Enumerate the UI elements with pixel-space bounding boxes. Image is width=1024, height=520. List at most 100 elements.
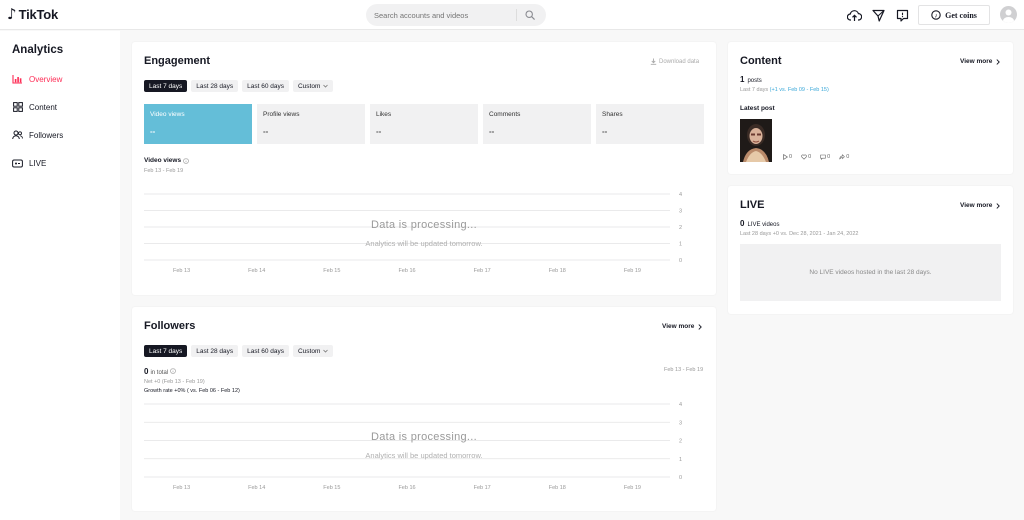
range-custom[interactable]: Custom	[292, 345, 334, 357]
range-last-60-days[interactable]: Last 60 days	[242, 80, 289, 92]
video-views-chart-range: Feb 13 - Feb 19	[144, 168, 184, 174]
range-last-7-days[interactable]: Last 7 days	[144, 345, 188, 357]
info-icon[interactable]	[170, 368, 176, 374]
metric-value: --	[602, 127, 608, 136]
posts-compare-prefix: Last 7 days	[740, 87, 770, 93]
range-last-28-days[interactable]: Last 28 days	[191, 345, 239, 357]
sidebar-title: Analytics	[12, 44, 64, 56]
live-videos-label: LIVE videos	[747, 222, 780, 228]
chart-icon	[12, 74, 23, 85]
metric-shares[interactable]: Shares --	[596, 104, 704, 144]
tiktok-logo-text: TikTok	[18, 6, 59, 22]
upload-button[interactable]	[846, 7, 862, 23]
engagement-range-tabs: Last 7 days Last 28 days Last 60 days Cu…	[144, 80, 334, 92]
svg-text:♪: ♪	[934, 12, 937, 19]
download-data-button[interactable]: Download data	[650, 58, 699, 65]
processing-title: Data is processing...	[371, 219, 477, 231]
send-icon	[871, 9, 885, 22]
x-tick-label: Feb 19	[624, 268, 641, 274]
content-card: Content View more 1 posts Last 7 days (+…	[728, 42, 1013, 174]
view-more-label: View more	[960, 58, 993, 65]
metric-value: --	[376, 127, 382, 136]
tiktok-logo[interactable]: ♪ TikTok	[7, 6, 58, 22]
live-view-more[interactable]: View more	[960, 202, 1001, 209]
video-views-chart-label: Video views	[144, 157, 182, 164]
get-coins-button[interactable]: ♪ Get coins	[918, 5, 990, 25]
search-icon	[525, 10, 535, 20]
sidebar-item-label: Followers	[29, 130, 64, 140]
x-tick-label: Feb 14	[248, 485, 265, 491]
y-tick-label: 3	[679, 209, 682, 215]
posts-compare: Last 7 days (+1 vs. Feb 09 - Feb 15)	[740, 87, 829, 93]
sidebar-item-live[interactable]: LIVE	[12, 156, 46, 170]
metric-value: --	[150, 127, 156, 136]
y-tick-label: 0	[679, 475, 682, 481]
range-last-60-days[interactable]: Last 60 days	[242, 345, 289, 357]
video-views-chart: 0 1 2 3 4 Feb 13 Feb 14 Feb 15 Feb 16 Feb 17 Feb 1…	[144, 190, 688, 278]
range-custom[interactable]: Custom	[292, 80, 334, 92]
live-icon	[12, 158, 23, 169]
x-tick-label: Feb 16	[398, 485, 415, 491]
sidebar-item-content[interactable]: Content	[12, 100, 57, 114]
metric-label: Comments	[489, 111, 521, 118]
y-tick-label: 3	[679, 420, 682, 426]
range-last-7-days[interactable]: Last 7 days	[144, 80, 188, 92]
followers-total-value: 0	[144, 367, 149, 376]
metric-label: Likes	[376, 111, 392, 118]
followers-date-range: Feb 13 - Feb 19	[664, 367, 704, 373]
x-tick-label: Feb 18	[549, 485, 566, 491]
posts-count: 1	[740, 75, 745, 84]
processing-title: Data is processing...	[371, 431, 477, 443]
metric-likes[interactable]: Likes --	[370, 104, 478, 144]
followers-view-more[interactable]: View more	[662, 323, 703, 330]
people-icon	[12, 130, 23, 141]
x-tick-label: Feb 18	[549, 268, 566, 274]
info-icon[interactable]	[183, 157, 189, 164]
sidebar-item-label: Overview	[29, 74, 63, 84]
metric-label: Video views	[150, 111, 185, 118]
followers-card: Followers View more Last 7 days Last 28 …	[132, 307, 716, 511]
latest-post-thumbnail[interactable]	[740, 119, 772, 162]
search-input[interactable]	[366, 4, 516, 26]
x-tick-label: Feb 15	[323, 485, 340, 491]
top-navbar: ♪ TikTok ♪ Get coins	[0, 0, 1024, 30]
posts-label: posts	[747, 78, 762, 84]
video-views-chart-title: Video views	[144, 157, 189, 164]
y-tick-label: 4	[679, 192, 682, 198]
chart-svg: 01234Feb 13 Feb 14 Feb 15 Feb 16 Feb 17 Feb 1…	[144, 192, 682, 274]
live-compare: Last 28 days +0 vs. Dec 28, 2021 - Jan 2…	[740, 231, 859, 237]
followers-growth-rate: Growth rate +0% ( vs. Feb 06 - Feb 12)	[144, 388, 240, 394]
metric-video-views[interactable]: Video views --	[144, 104, 252, 144]
metric-profile-views[interactable]: Profile views --	[257, 104, 365, 144]
share-icon	[839, 154, 846, 160]
x-tick-label: Feb 17	[474, 268, 491, 274]
search-button[interactable]	[517, 4, 543, 26]
download-icon	[650, 58, 657, 65]
followers-chart: 0 1 2 3 4 Feb 13 Feb 14 Feb 15 Feb 16 Feb 17 Feb 1…	[144, 400, 688, 495]
chevron-down-icon	[323, 349, 329, 353]
shares-count: 0	[846, 154, 850, 160]
range-last-28-days[interactable]: Last 28 days	[191, 80, 239, 92]
latest-post-label: Latest post	[740, 105, 775, 112]
x-tick-label: Feb 16	[398, 268, 415, 274]
x-tick-label: Feb 17	[474, 485, 491, 491]
inbox-button[interactable]	[894, 7, 910, 23]
y-tick-label: 4	[679, 402, 682, 408]
profile-avatar[interactable]	[1000, 6, 1017, 23]
live-title: LIVE	[740, 199, 765, 211]
sidebar-item-followers[interactable]: Followers	[12, 128, 63, 142]
metric-comments[interactable]: Comments --	[483, 104, 591, 144]
play-icon	[783, 154, 788, 160]
chevron-down-icon	[323, 84, 329, 88]
grid-icon	[12, 102, 23, 113]
messages-button[interactable]	[870, 7, 886, 23]
search-bar	[366, 4, 546, 26]
likes-stat: 0	[801, 154, 811, 160]
sidebar-item-overview[interactable]: Overview	[12, 72, 62, 86]
tiktok-logo-icon: ♪	[7, 5, 17, 23]
engagement-title: Engagement	[144, 55, 211, 67]
x-tick-label: Feb 14	[248, 268, 265, 274]
comment-icon	[820, 154, 826, 160]
content-view-more[interactable]: View more	[960, 58, 1001, 65]
range-custom-label: Custom	[297, 82, 321, 90]
